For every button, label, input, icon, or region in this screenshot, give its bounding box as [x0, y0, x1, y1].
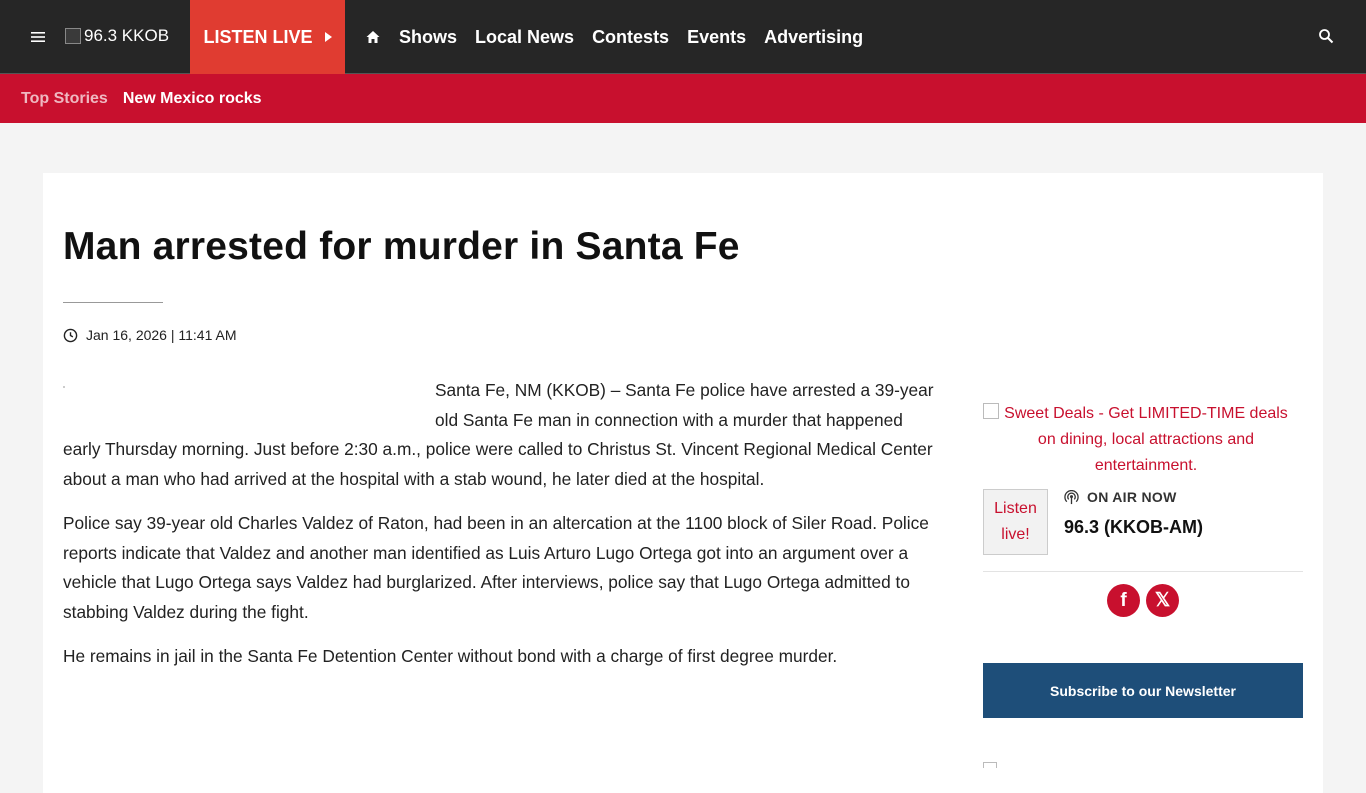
subscribe-newsletter-button[interactable]: Subscribe to our Newsletter: [983, 663, 1303, 718]
article-date: Jan 16, 2026 | 11:41 AM: [86, 327, 237, 343]
social-links: f 𝕏: [983, 584, 1303, 617]
nav-shows[interactable]: Shows: [399, 27, 457, 48]
nav-local-news[interactable]: Local News: [475, 27, 574, 48]
broadcast-icon: [1064, 489, 1079, 504]
sidebar-divider: [983, 571, 1303, 572]
listen-live-thumbnail[interactable]: Listen live!: [983, 489, 1048, 555]
nav-events[interactable]: Events: [687, 27, 746, 48]
main-nav: Shows Local News Contests Events Adverti…: [365, 0, 881, 74]
article-dateline: Jan 16, 2026 | 11:41 AM: [63, 327, 237, 343]
clock-icon: [63, 328, 78, 342]
broken-image-icon: [65, 28, 81, 44]
promo-text: Sweet Deals - Get LIMITED-TIME deals on …: [1004, 405, 1288, 474]
article-paragraph: Police say 39-year old Charles Valdez of…: [63, 513, 929, 622]
listen-live-label: LISTEN LIVE: [203, 26, 313, 47]
article-card: Man arrested for murder in Santa Fe Jan …: [43, 173, 1323, 793]
article-title: Man arrested for murder in Santa Fe: [63, 225, 740, 268]
logo-alt-text: 96.3 KKOB: [84, 26, 170, 45]
top-story-link[interactable]: New Mexico rocks: [123, 90, 262, 108]
site-logo[interactable]: 96.3 KKOB: [65, 26, 169, 46]
facebook-icon[interactable]: f: [1107, 584, 1140, 617]
on-air-widget: Listen live! ON AIR NOW 96.3 (KKOB-AM): [983, 489, 1303, 555]
listen-live-button[interactable]: LISTEN LIVE: [190, 0, 345, 74]
play-icon: [324, 32, 332, 42]
on-air-station[interactable]: 96.3 (KKOB-AM): [1064, 517, 1203, 538]
sweet-deals-promo[interactable]: Sweet Deals - Get LIMITED-TIME deals on …: [983, 401, 1303, 479]
broken-image-icon: [983, 403, 999, 419]
home-icon[interactable]: [365, 29, 381, 45]
title-divider: [63, 302, 163, 303]
article-paragraph: He remains in jail in the Santa Fe Deten…: [63, 646, 838, 666]
article-image: [63, 376, 435, 432]
nav-contests[interactable]: Contests: [592, 27, 669, 48]
top-stories-label: Top Stories: [21, 89, 108, 107]
nav-advertising[interactable]: Advertising: [764, 27, 863, 48]
search-icon[interactable]: [1318, 28, 1334, 44]
sidebar: Sweet Deals - Get LIMITED-TIME deals on …: [983, 401, 1303, 768]
top-stories-bar: Top Stories New Mexico rocks: [0, 74, 1366, 123]
article-body: Santa Fe, NM (KKOB) – Santa Fe police ha…: [63, 376, 945, 687]
on-air-label: ON AIR NOW: [1064, 489, 1203, 505]
broken-image-icon: [983, 762, 997, 768]
x-twitter-icon[interactable]: 𝕏: [1146, 584, 1179, 617]
top-nav-bar: 96.3 KKOB LISTEN LIVE Shows Local News C…: [0, 0, 1366, 74]
